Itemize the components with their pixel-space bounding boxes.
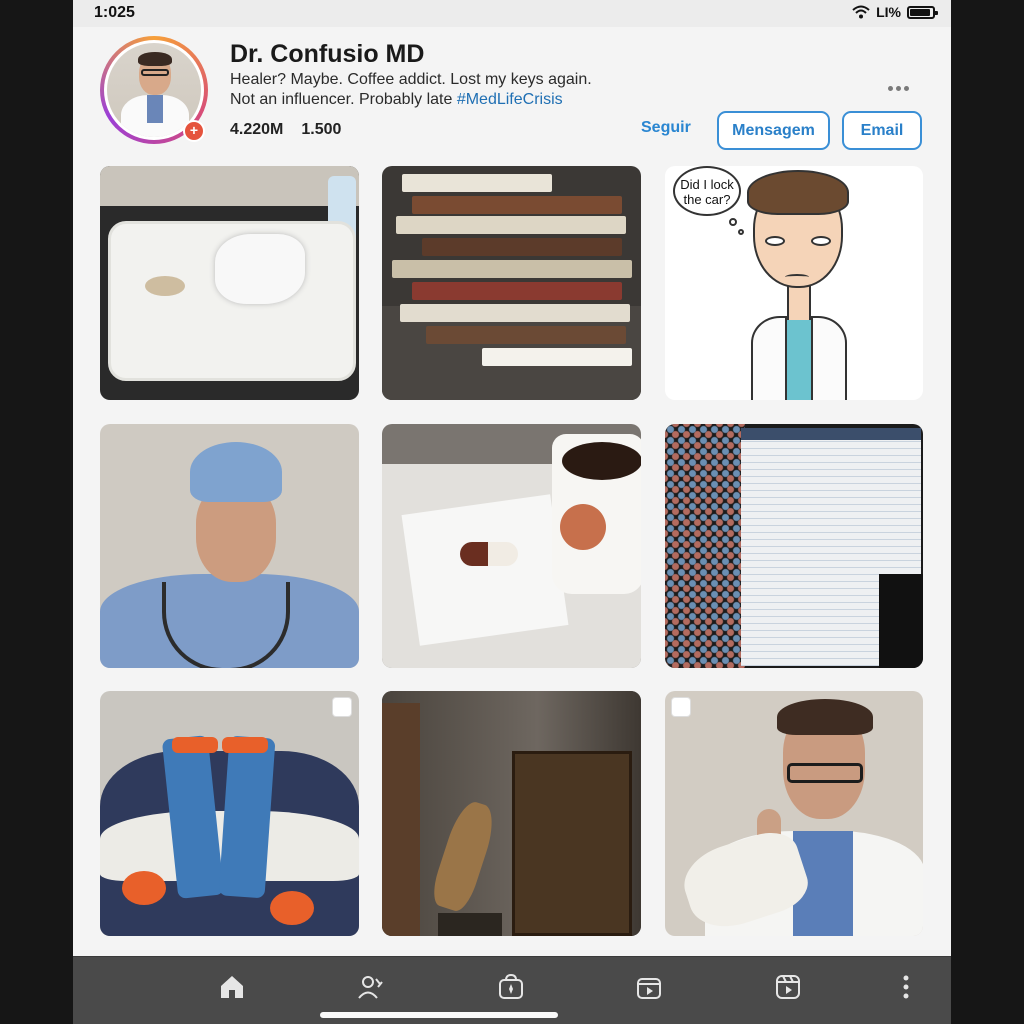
home-indicator[interactable] (320, 1012, 558, 1018)
bio-line-2-text: Not an influencer. Probably late (230, 91, 457, 108)
bio-hashtag[interactable]: #MedLifeCrisis (457, 91, 563, 108)
post-book-stack[interactable] (382, 166, 641, 400)
profile-stats: 4.220M 1.500 (230, 121, 341, 139)
profile-bio: Healer? Maybe. Coffee addict. Lost my ke… (230, 70, 592, 110)
more-horizontal-icon[interactable] (888, 78, 912, 98)
post-pill-coffee[interactable] (382, 424, 641, 668)
bio-line-2: Not an influencer. Probably late #MedLif… (230, 90, 592, 110)
email-button[interactable]: Email (842, 111, 922, 150)
reels-icon[interactable] (774, 973, 802, 1001)
bio-line-1: Healer? Maybe. Coffee addict. Lost my ke… (230, 71, 592, 88)
post-surgeon-selfie[interactable] (100, 424, 359, 668)
message-button[interactable]: Mensagem (717, 111, 830, 150)
select-checkbox[interactable] (671, 697, 691, 717)
home-icon[interactable] (218, 973, 246, 1001)
people-icon[interactable] (357, 973, 385, 1001)
status-bar: 1:025 LI% (73, 0, 951, 27)
post-cartoon-doctor[interactable]: Did I lock the car? (665, 166, 923, 400)
wifi-icon (852, 5, 870, 19)
followers-count[interactable]: 4.220M (230, 121, 283, 139)
more-vertical-icon[interactable] (900, 973, 912, 1001)
battery-icon (907, 5, 938, 19)
profile-screen: 1:025 LI% + Dr. Confusio MD Healer? Mayb… (73, 0, 951, 1024)
post-cat-closet[interactable] (382, 691, 641, 936)
post-dino-socks[interactable] (100, 691, 359, 936)
post-foam-tray[interactable] (100, 166, 359, 400)
add-story-badge[interactable]: + (183, 120, 205, 142)
status-time: 1:025 (94, 4, 135, 21)
follow-button[interactable]: Seguir (641, 119, 691, 137)
post-screen-clutter[interactable] (665, 424, 923, 668)
profile-name: Dr. Confusio MD (230, 40, 425, 68)
post-thumbs-up-cast[interactable] (665, 691, 923, 936)
bag-icon[interactable] (497, 973, 525, 1001)
following-count[interactable]: 1.500 (301, 121, 341, 139)
status-indicators: LI% (852, 4, 938, 20)
signal-text: LI% (876, 4, 901, 20)
video-icon[interactable] (635, 973, 663, 1001)
thought-bubble: Did I lock the car? (673, 166, 741, 216)
select-checkbox[interactable] (332, 697, 352, 717)
